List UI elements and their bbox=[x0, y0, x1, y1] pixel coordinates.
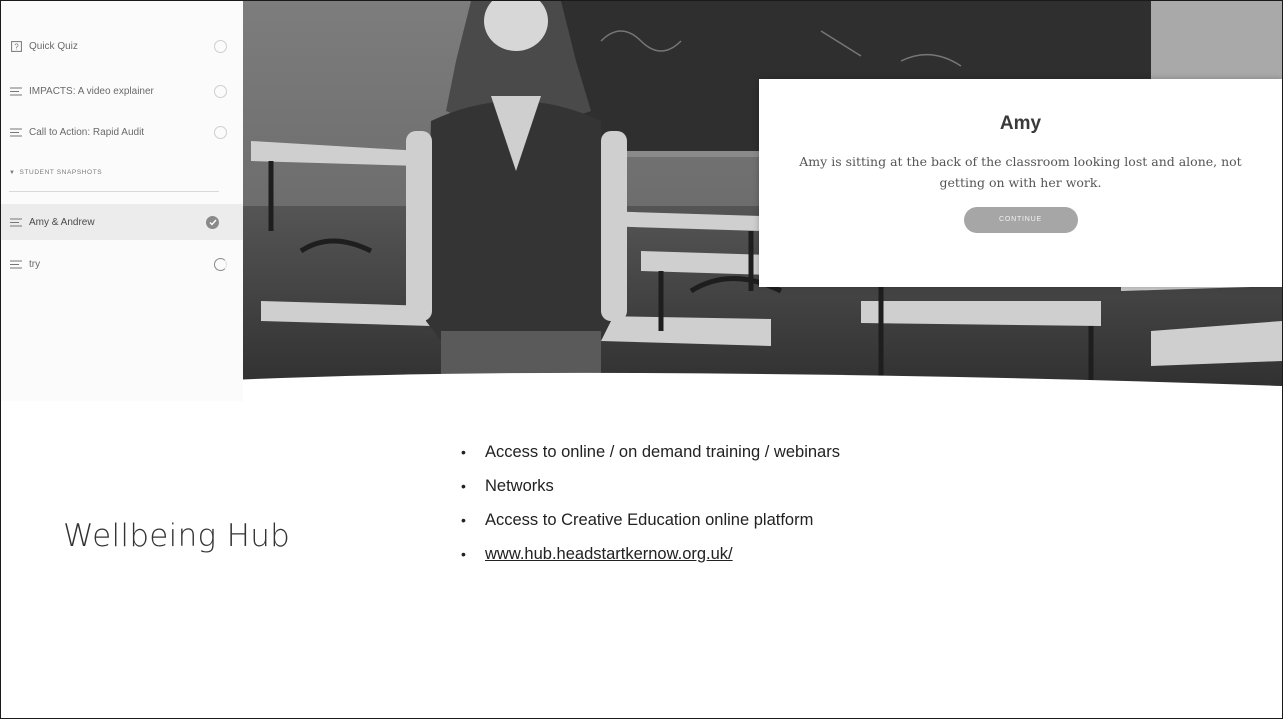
list-item: Networks bbox=[460, 475, 840, 509]
status-circle-icon bbox=[214, 125, 227, 139]
slide-title: Wellbeing Hub bbox=[63, 518, 291, 554]
course-sidebar: ? Quick Quiz IMPACTS: A video explainer … bbox=[1, 1, 243, 401]
quiz-icon: ? bbox=[9, 40, 23, 52]
sidebar-item-label: Amy & Andrew bbox=[29, 216, 95, 228]
status-circle-icon bbox=[214, 39, 227, 53]
lesson-lines-icon bbox=[9, 218, 23, 227]
sidebar-item-impacts-video[interactable]: IMPACTS: A video explainer bbox=[9, 73, 235, 109]
svg-text:?: ? bbox=[14, 42, 19, 51]
sidebar-item-label: Call to Action: Rapid Audit bbox=[29, 126, 145, 138]
caret-down-icon: ▼ bbox=[9, 169, 16, 176]
lesson-lines-icon bbox=[9, 87, 23, 96]
list-item: www.hub.headstartkernow.org.uk/ bbox=[460, 543, 840, 577]
sidebar-item-label: Quick Quiz bbox=[29, 40, 78, 52]
bullet-text: Access to Creative Education online plat… bbox=[485, 511, 814, 529]
sidebar-item-amy-andrew[interactable]: Amy & Andrew bbox=[1, 204, 243, 240]
hub-link[interactable]: www.hub.headstartkernow.org.uk/ bbox=[485, 545, 733, 563]
bullet-list: Access to online / on demand training / … bbox=[460, 441, 840, 577]
card-title: Amy bbox=[999, 113, 1042, 134]
section-label: STUDENT SNAPSHOTS bbox=[19, 169, 103, 176]
bullet-text: Networks bbox=[485, 477, 554, 495]
bullet-text: Access to online / on demand training / … bbox=[485, 443, 840, 461]
slide: ? Quick Quiz IMPACTS: A video explainer … bbox=[0, 0, 1283, 719]
scenario-card: Amy Amy is sitting at the back of the cl… bbox=[759, 79, 1282, 287]
divider bbox=[9, 191, 219, 192]
list-item: Access to Creative Education online plat… bbox=[460, 509, 840, 543]
sidebar-item-quick-quiz[interactable]: ? Quick Quiz bbox=[9, 28, 235, 64]
progress-circle-icon bbox=[214, 257, 227, 271]
lesson-lines-icon bbox=[9, 128, 23, 137]
section-header-student-snapshots[interactable]: ▼ STUDENT SNAPSHOTS bbox=[9, 169, 102, 176]
sidebar-item-try[interactable]: try bbox=[9, 246, 235, 282]
continue-button[interactable]: CONTINUE bbox=[963, 207, 1078, 233]
sidebar-item-label: try bbox=[29, 258, 41, 270]
lesson-lines-icon bbox=[9, 260, 23, 269]
sidebar-item-label: IMPACTS: A video explainer bbox=[29, 85, 154, 97]
list-item: Access to online / on demand training / … bbox=[460, 441, 840, 475]
check-circle-icon bbox=[206, 215, 219, 229]
sidebar-item-rapid-audit[interactable]: Call to Action: Rapid Audit bbox=[9, 114, 235, 150]
status-circle-icon bbox=[214, 84, 227, 98]
course-screenshot: ? Quick Quiz IMPACTS: A video explainer … bbox=[1, 1, 1282, 401]
card-body: Amy is sitting at the back of the classr… bbox=[799, 154, 1242, 190]
